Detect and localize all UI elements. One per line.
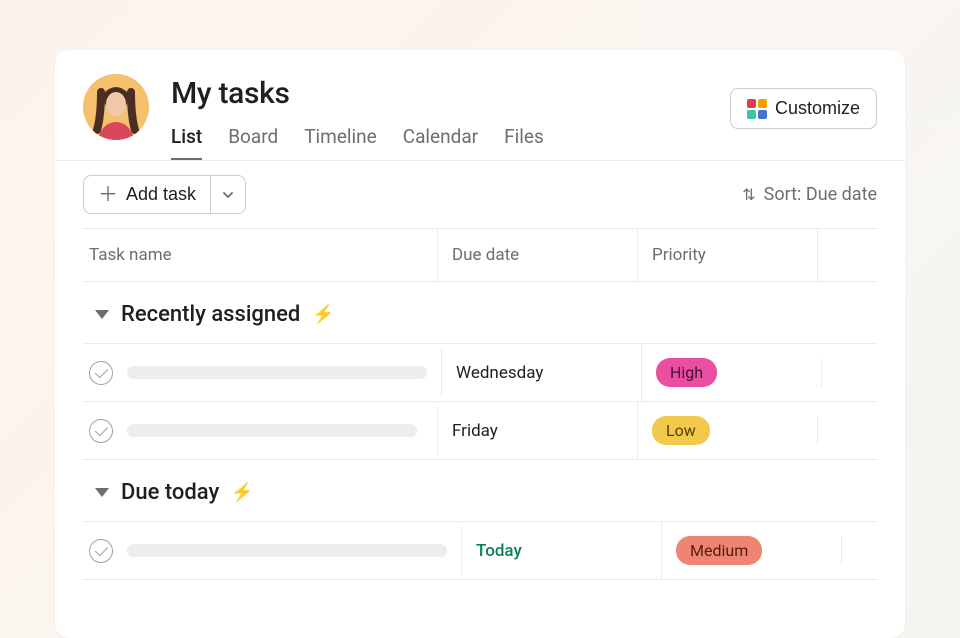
section-header: Recently assigned ⚡ (55, 282, 905, 343)
task-name-cell (83, 525, 461, 577)
section-title: Recently assigned (121, 302, 300, 327)
section-caret-icon[interactable] (95, 488, 109, 497)
tab-timeline[interactable]: Timeline (304, 125, 377, 160)
priority-pill: Medium (676, 536, 762, 565)
add-task-button[interactable]: ＋ Add task (83, 175, 211, 214)
tab-files[interactable]: Files (504, 125, 544, 160)
priority-cell[interactable]: High (641, 344, 821, 401)
sort-icon: ⇅ (742, 185, 755, 204)
task-name-cell (83, 347, 441, 399)
avatar[interactable] (83, 74, 149, 140)
column-add[interactable] (817, 229, 877, 281)
priority-cell[interactable]: Medium (661, 522, 841, 579)
task-row[interactable]: Friday Low (83, 401, 877, 460)
bolt-icon: ⚡ (312, 304, 334, 325)
due-date-cell[interactable]: Today (461, 527, 661, 575)
priority-pill: High (656, 358, 717, 387)
section-header: Due today ⚡ (55, 460, 905, 521)
customize-icon (747, 99, 767, 119)
header: My tasks ListBoardTimelineCalendarFiles … (55, 50, 905, 160)
table-header: Task name Due date Priority (83, 228, 877, 282)
chevron-down-icon (221, 188, 235, 202)
sort-button[interactable]: ⇅ Sort: Due date (742, 184, 877, 205)
due-date-cell[interactable]: Wednesday (441, 349, 641, 397)
section-title: Due today (121, 480, 219, 505)
toolbar: ＋ Add task ⇅ Sort: Due date (55, 161, 905, 228)
tab-board[interactable]: Board (228, 125, 278, 160)
task-row[interactable]: Today Medium (83, 521, 877, 580)
row-actions-cell (817, 417, 877, 445)
plus-icon: ＋ (98, 185, 118, 205)
priority-cell[interactable]: Low (637, 402, 817, 459)
task-name-cell (83, 405, 437, 457)
section-caret-icon[interactable] (95, 310, 109, 319)
complete-check-icon[interactable] (89, 361, 113, 385)
my-tasks-panel: My tasks ListBoardTimelineCalendarFiles … (55, 50, 905, 638)
sections: Recently assigned ⚡ Wednesday High Friday Low… (55, 282, 905, 580)
complete-check-icon[interactable] (89, 539, 113, 563)
priority-pill: Low (652, 416, 710, 445)
add-task-label: Add task (126, 184, 196, 205)
complete-check-icon[interactable] (89, 419, 113, 443)
row-actions-cell (821, 359, 881, 387)
column-due-date[interactable]: Due date (437, 229, 637, 281)
task-title-placeholder (127, 424, 417, 437)
task-title-placeholder (127, 366, 427, 379)
tabs: List Board Timeline Calendar Files (171, 125, 877, 160)
customize-label: Customize (775, 98, 860, 119)
column-task-name[interactable]: Task name (83, 229, 437, 281)
bolt-icon: ⚡ (231, 482, 253, 503)
add-task-group: ＋ Add task (83, 175, 246, 214)
customize-button[interactable]: Customize (730, 88, 877, 129)
task-title-placeholder (127, 544, 447, 557)
task-row[interactable]: Wednesday High (83, 343, 877, 401)
tab-list[interactable]: List (171, 125, 202, 160)
sort-label: Sort: Due date (764, 184, 877, 205)
add-task-dropdown-button[interactable] (211, 175, 246, 214)
column-priority[interactable]: Priority (637, 229, 817, 281)
due-date-cell[interactable]: Friday (437, 407, 637, 455)
row-actions-cell (841, 537, 901, 565)
tab-calendar[interactable]: Calendar (403, 125, 478, 160)
